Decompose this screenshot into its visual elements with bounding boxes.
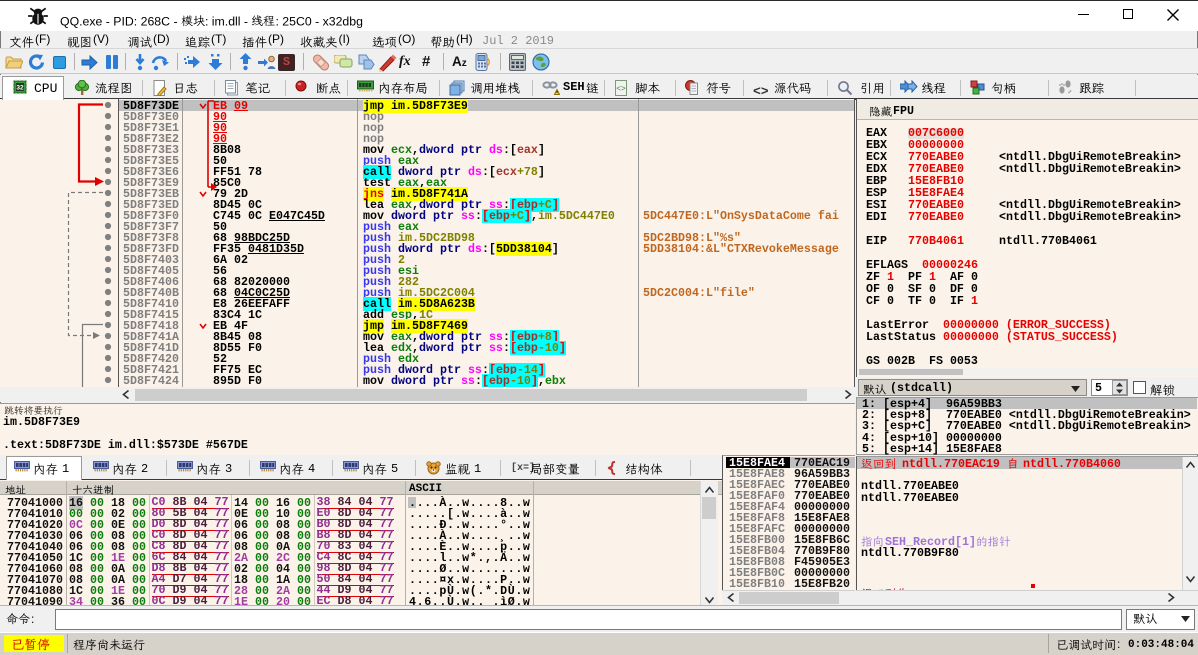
- svg-text:32: 32: [16, 85, 24, 92]
- svg-text:<>: <>: [616, 85, 626, 94]
